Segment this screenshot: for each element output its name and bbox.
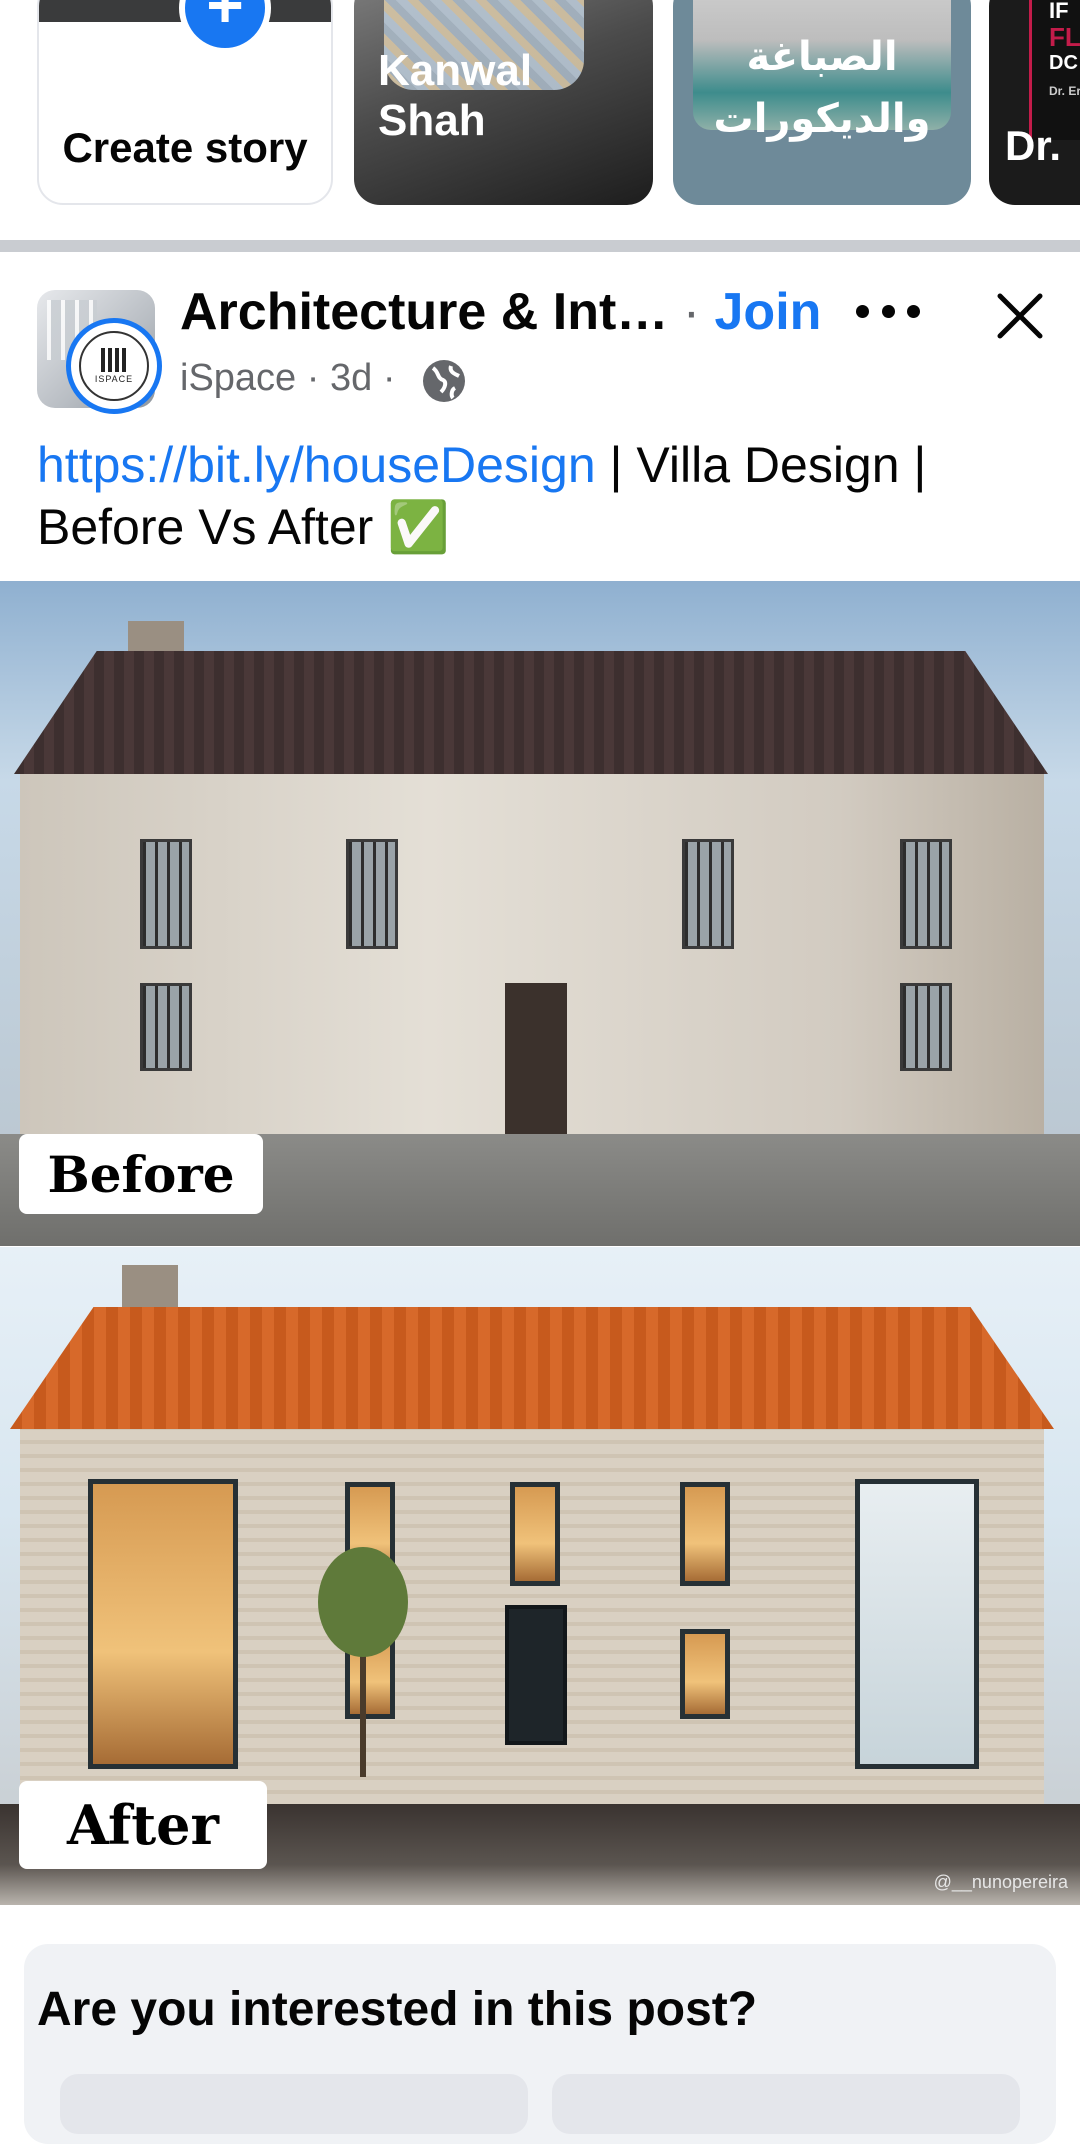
group-name-link[interactable]: Architecture & Int… [180,283,668,341]
window [140,983,192,1071]
story-tag: FL [1049,22,1080,52]
window [680,1482,730,1586]
page-avatar[interactable]: ISPACE [66,318,162,414]
join-button[interactable]: Join [715,283,822,341]
interest-no-button[interactable] [552,2074,1020,2134]
story-card-dr[interactable]: IF FL DC Dr. Eric Dr. [989,0,1080,205]
window [140,839,192,949]
meta-separator: · [372,357,396,399]
story-author-name: Kanwal Shah [378,46,533,145]
globe-icon [423,360,465,402]
story-card-painting-decor[interactable]: الصباغة والديكورات [673,0,971,205]
before-image[interactable]: Before [0,581,1080,1246]
plus-icon: + [179,0,271,54]
more-options-icon[interactable] [856,296,920,326]
image-watermark: @__nunopereira [933,1872,1068,1892]
after-image[interactable]: After @__nunopereira [0,1247,1080,1905]
meta-separator: · [296,357,330,399]
author-name[interactable]: iSpace [180,357,296,399]
before-label: Before [19,1134,263,1214]
stories-tray: + Create story Kanwal Shah الصباغة والدي… [0,0,1080,240]
story-author-name: Dr. [1005,122,1062,169]
tree [318,1547,408,1657]
building-icon [101,348,127,372]
window [680,1629,730,1719]
after-label: After [19,1781,267,1869]
post-caption: https://bit.ly/houseDesign | Villa Desig… [37,434,1047,558]
close-icon[interactable] [992,288,1048,344]
story-author-name: الصباغة والديكورات [713,35,931,141]
window [510,1482,560,1586]
post-time[interactable]: 3d [330,357,372,399]
tree-trunk [360,1647,366,1777]
story-card-kanwal-shah[interactable]: Kanwal Shah [354,0,653,205]
window [900,839,952,949]
window [346,839,398,949]
roof [14,651,1048,774]
story-tag: DC [1049,52,1078,74]
window [900,983,952,1071]
window [682,839,734,949]
post-meta: iSpace · 3d · [180,357,395,400]
door [505,1605,567,1745]
create-story-label: Create story [62,124,308,171]
roof [10,1307,1054,1429]
feed-divider [0,240,1080,252]
page-logo-text: ISPACE [94,374,134,384]
window [855,1479,979,1769]
window [88,1479,238,1769]
story-tag: Dr. Eric [1049,84,1080,98]
post-header-title: Architecture & Int… · Join [180,282,821,342]
door [505,983,567,1135]
chimney [122,1265,178,1311]
separator: · [668,283,715,341]
story-tag: IF [1049,0,1069,23]
interest-title: Are you interested in this post? [37,1983,758,2036]
interest-yes-button[interactable] [60,2074,528,2134]
create-story-card[interactable]: + Create story [37,0,333,205]
caption-link[interactable]: https://bit.ly/houseDesign [37,437,596,493]
